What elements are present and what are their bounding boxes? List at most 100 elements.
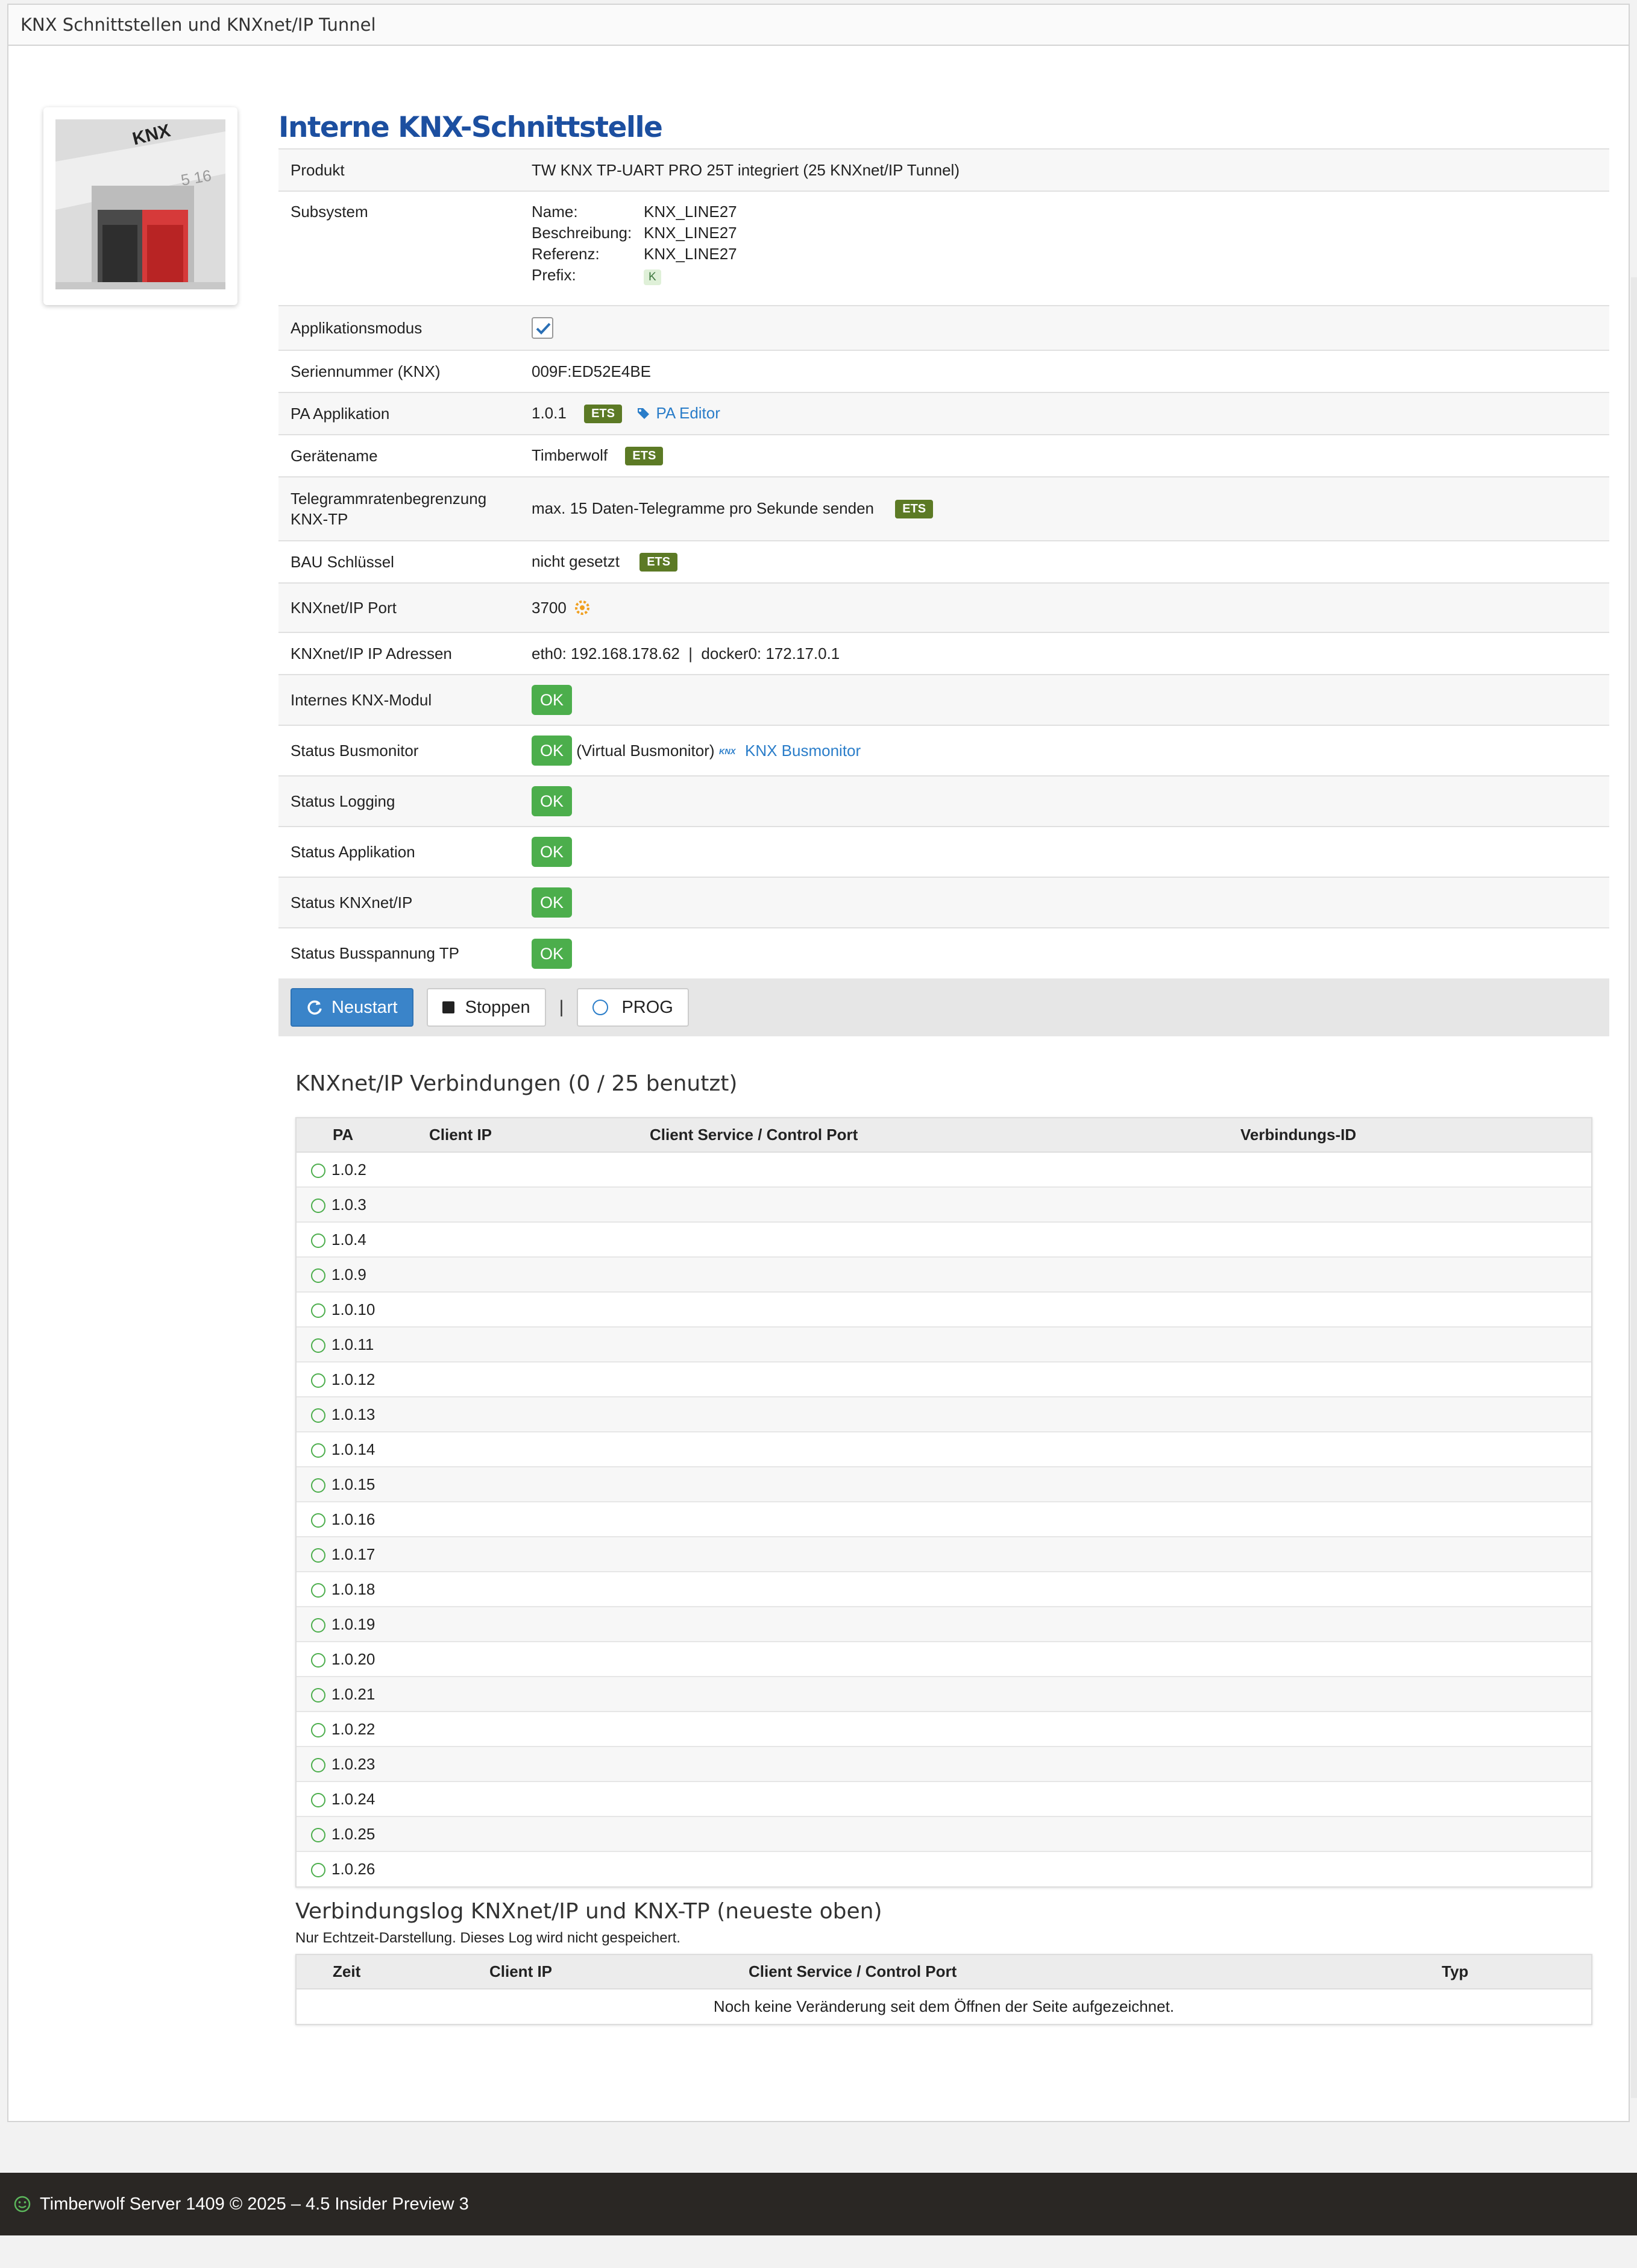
pa-address: 1.0.23	[331, 1754, 375, 1773]
pa-cell: 1.0.18	[297, 1571, 429, 1607]
port-label: KNXnet/IP Port	[278, 582, 520, 632]
table-row: 1.0.24	[297, 1781, 1591, 1816]
pa-cell: 1.0.16	[297, 1501, 429, 1537]
product-value: TW KNX TP-UART PRO 25T integriert (25 KN…	[520, 148, 1609, 191]
table-row: 1.0.3	[297, 1186, 1591, 1222]
pa-cell: 1.0.10	[297, 1291, 429, 1327]
empty-cell	[1240, 1606, 1591, 1642]
subsystem-prefix-label: Prefix:	[532, 266, 576, 284]
empty-cell	[429, 1851, 650, 1886]
prog-button[interactable]: PROG	[577, 988, 689, 1027]
appmode-label: Applikationsmodus	[278, 305, 520, 350]
row-port: KNXnet/IP Port 3700	[278, 582, 1609, 632]
pa-address: 1.0.13	[331, 1405, 375, 1423]
pa-address: 1.0.12	[331, 1370, 375, 1388]
pa-cell: 1.0.12	[297, 1361, 429, 1397]
pa-address: 1.0.16	[331, 1510, 375, 1528]
table-row: 1.0.19	[297, 1606, 1591, 1642]
empty-cell	[429, 1536, 650, 1572]
connection-status-icon	[311, 1757, 325, 1772]
pa-address: 1.0.19	[331, 1614, 375, 1633]
col-pa: PA	[297, 1118, 429, 1153]
status-badge: OK	[532, 938, 573, 969]
pa-cell: 1.0.23	[297, 1746, 429, 1781]
empty-cell	[650, 1361, 1240, 1397]
empty-cell	[1240, 1396, 1591, 1432]
log-header-row: Zeit Client IP Client Service / Control …	[297, 1955, 1591, 1989]
restart-button[interactable]: Neustart	[291, 988, 413, 1027]
busmon-link-label: KNX Busmonitor	[744, 742, 861, 760]
connection-status-icon	[311, 1827, 325, 1842]
col-type: Typ	[1442, 1955, 1591, 1989]
busmon-label: Status Busmonitor	[278, 725, 520, 776]
panel-header: KNX Schnittstellen und KNXnet/IP Tunnel	[8, 5, 1629, 46]
ets-badge[interactable]: ETS	[639, 553, 678, 572]
devname-label: Gerätename	[278, 434, 520, 477]
connections-header-row: PA Client IP Client Service / Control Po…	[297, 1118, 1591, 1153]
busmonitor-link[interactable]: KNX KNX Busmonitor	[719, 742, 861, 760]
pa-address: 1.0.24	[331, 1789, 375, 1808]
ets-badge[interactable]: ETS	[625, 447, 664, 466]
pa-address: 1.0.20	[331, 1649, 375, 1668]
empty-cell	[1240, 1816, 1591, 1851]
empty-cell	[429, 1221, 650, 1257]
row-subsystem: Subsystem Name: KNX_LINE27 Beschreibung:…	[278, 191, 1609, 306]
empty-cell	[429, 1816, 650, 1851]
empty-cell	[650, 1536, 1240, 1572]
empty-cell	[650, 1816, 1240, 1851]
empty-cell	[650, 1466, 1240, 1502]
connection-status-icon	[311, 1338, 325, 1353]
row-serial: Seriennummer (KNX) 009F:ED52E4BE	[278, 350, 1609, 392]
connections-table: PA Client IP Client Service / Control Po…	[295, 1117, 1592, 1888]
connection-status-icon	[311, 1618, 325, 1633]
stop-label: Stoppen	[465, 997, 530, 1017]
interface-info-table: Produkt TW KNX TP-UART PRO 25T integrier…	[278, 148, 1609, 978]
subsystem-name-label: Name:	[532, 203, 578, 221]
empty-cell	[429, 1606, 650, 1642]
pa-cell: 1.0.26	[297, 1851, 429, 1886]
pa-cell: 1.0.11	[297, 1326, 429, 1362]
ip-label: KNXnet/IP IP Adressen	[278, 632, 520, 675]
pa-cell: 1.0.4	[297, 1221, 429, 1257]
row-application: Status Applikation OK	[278, 826, 1609, 877]
knx-device-icon: KNX 5 16	[55, 119, 225, 289]
table-row: 1.0.15	[297, 1466, 1591, 1502]
gear-warning-icon[interactable]	[573, 599, 591, 617]
table-row: 1.0.9	[297, 1256, 1591, 1292]
subsystem-desc-value: KNX_LINE27	[644, 224, 737, 242]
empty-cell	[429, 1641, 650, 1677]
empty-cell	[650, 1396, 1240, 1432]
empty-cell	[1240, 1431, 1591, 1467]
pa-editor-link[interactable]: PA Editor	[637, 404, 720, 422]
col-log-client-service: Client Service / Control Port	[749, 1955, 1442, 1989]
ets-badge[interactable]: ETS	[895, 500, 934, 519]
empty-cell	[650, 1256, 1240, 1292]
empty-cell	[650, 1501, 1240, 1537]
col-client-ip: Client IP	[429, 1118, 650, 1153]
pa-address: 1.0.14	[331, 1440, 375, 1458]
connection-status-icon	[311, 1722, 325, 1737]
empty-cell	[429, 1466, 650, 1502]
pa-cell: 1.0.14	[297, 1431, 429, 1467]
restart-icon	[307, 1000, 322, 1015]
table-row: 1.0.21	[297, 1676, 1591, 1712]
empty-cell	[429, 1571, 650, 1607]
scrollbar[interactable]	[1631, 277, 1637, 2098]
row-busvoltage: Status Busspannung TP OK	[278, 927, 1609, 978]
empty-cell	[650, 1186, 1240, 1222]
row-busmonitor: Status Busmonitor OK (Virtual Busmonitor…	[278, 725, 1609, 776]
subsystem-ref-label: Referenz:	[532, 245, 600, 263]
ets-badge[interactable]: ETS	[584, 405, 622, 424]
table-row: 1.0.18	[297, 1571, 1591, 1607]
pa-cell: 1.0.19	[297, 1606, 429, 1642]
pa-editor-label: PA Editor	[656, 403, 720, 422]
appmode-checkbox[interactable]	[532, 317, 553, 339]
empty-cell	[1240, 1851, 1591, 1886]
connection-status-icon	[311, 1792, 325, 1807]
connection-status-icon	[311, 1443, 325, 1458]
stop-button[interactable]: Stoppen	[426, 988, 546, 1027]
serial-value: 009F:ED52E4BE	[520, 350, 1609, 392]
row-appmode: Applikationsmodus	[278, 305, 1609, 350]
pa-address: 1.0.22	[331, 1719, 375, 1738]
row-pa: PA Applikation 1.0.1 ETS PA Editor	[278, 392, 1609, 435]
